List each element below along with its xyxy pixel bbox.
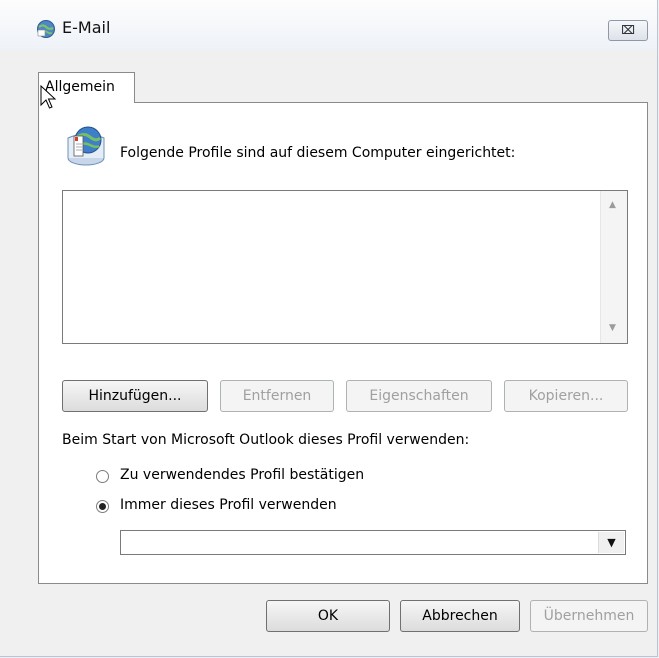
title-bar: E-Mail ⌧ (0, 0, 657, 50)
mouse-cursor-icon (40, 85, 57, 109)
profile-select[interactable] (120, 530, 626, 555)
apply-button[interactable]: Übernehmen (530, 600, 648, 632)
radio-always-use-profile[interactable] (96, 500, 109, 513)
chevron-down-icon[interactable]: ▼ (598, 532, 624, 553)
window-title: E-Mail (62, 18, 111, 37)
remove-profile-button[interactable]: Entfernen (220, 380, 334, 412)
profiles-list[interactable] (62, 190, 628, 344)
ok-button[interactable]: OK (266, 600, 390, 632)
scroll-up-icon[interactable]: ▲ (609, 200, 616, 210)
radio-always-use-profile-label[interactable]: Immer dieses Profil verwenden (120, 497, 337, 513)
profile-properties-button[interactable]: Eigenschaften (346, 380, 492, 412)
email-dialog: E-Mail ⌧ Allgemein Folgende Profile sind… (0, 0, 658, 657)
profiles-list-scrollbar[interactable] (600, 191, 627, 343)
close-button[interactable]: ⌧ (608, 20, 648, 41)
radio-confirm-profile[interactable] (96, 470, 109, 483)
copy-profile-button[interactable]: Kopieren... (504, 380, 628, 412)
mail-globe-icon (37, 20, 55, 38)
add-profile-button[interactable]: Hinzufügen... (62, 380, 208, 412)
scroll-down-icon[interactable]: ▼ (609, 323, 616, 333)
radio-confirm-profile-label[interactable]: Zu verwendendes Profil bestätigen (120, 467, 364, 483)
cancel-button[interactable]: Abbrechen (400, 600, 520, 632)
startup-profile-label: Beim Start von Microsoft Outlook dieses … (62, 432, 470, 448)
close-icon: ⌧ (621, 23, 635, 37)
profiles-heading: Folgende Profile sind auf diesem Compute… (120, 145, 516, 161)
mail-profile-icon (67, 126, 105, 166)
